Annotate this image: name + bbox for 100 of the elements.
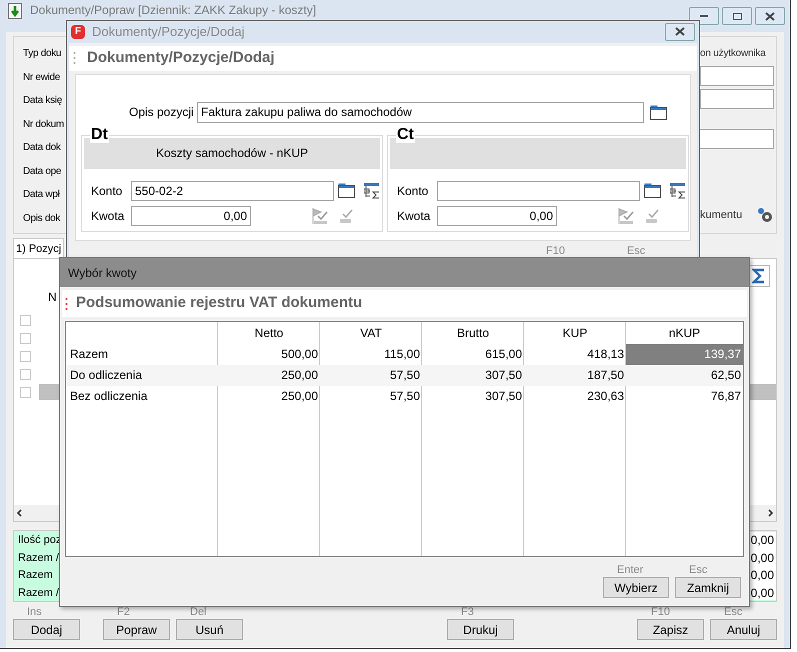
summary-label: Razem /	[18, 586, 60, 600]
shortcut-label: Del	[189, 606, 207, 619]
drag-handle-icon	[65, 296, 68, 310]
summary-value: 0,00	[750, 567, 774, 584]
account-name: Koszty samochodów - nKUP	[156, 145, 308, 162]
check-icon[interactable]	[644, 208, 660, 224]
column-header: N	[48, 289, 57, 306]
table-cell[interactable]: 187,50	[524, 365, 626, 386]
shortcut-label: Ins	[26, 606, 42, 619]
summary-label: Razem	[18, 568, 54, 583]
column-header: Netto	[254, 325, 284, 342]
input-field[interactable]	[437, 180, 640, 200]
table-cell[interactable]: 418,13	[524, 344, 626, 365]
close-icon	[765, 12, 775, 20]
checkbox[interactable]	[20, 314, 31, 326]
table-cell[interactable]: 139,37	[626, 344, 743, 365]
field-label: Opis dok	[23, 212, 62, 226]
input-field[interactable]: 0,00	[437, 206, 557, 226]
shortcut-label: F2	[116, 606, 130, 619]
checkbox[interactable]	[20, 350, 31, 362]
folder-icon[interactable]	[644, 183, 661, 198]
scroll-left-icon[interactable]	[16, 509, 22, 517]
table-cell[interactable]: 57,50	[320, 386, 422, 407]
table-cell[interactable]: 307,50	[422, 365, 524, 386]
field-label: kumentu	[700, 208, 742, 224]
scroll-right-icon[interactable]	[768, 509, 774, 517]
maximize-button[interactable]	[722, 7, 752, 25]
shortcut-label: F10	[546, 244, 565, 258]
group-heading: Dt	[90, 126, 109, 142]
column-header: Brutto	[456, 325, 490, 342]
action-button[interactable]: Wybierz	[603, 577, 669, 598]
folder-icon[interactable]	[338, 183, 355, 198]
field-label: Typ doku	[23, 47, 62, 61]
dialog-title: Dokumenty/Pozycje/Dodaj	[92, 23, 244, 41]
table-cell[interactable]: 76,87	[626, 386, 743, 407]
row-label: Razem	[69, 346, 110, 363]
table-cell[interactable]: 250,00	[218, 386, 320, 407]
shortcut-label: F3	[460, 606, 474, 619]
input-field[interactable]	[700, 66, 774, 86]
field-label: Nr dokum	[23, 118, 64, 132]
table-cell[interactable]: 230,63	[524, 386, 626, 407]
tab[interactable]: 1) Pozycj	[13, 238, 64, 258]
summary-label: Razem /	[18, 550, 60, 566]
tree-sum-icon[interactable]	[670, 182, 686, 198]
shortcut-label: F10	[650, 606, 670, 619]
dialog-header: Dokumenty/Pozycje/Dodaj	[87, 48, 275, 68]
summary-value: 0,00	[750, 584, 774, 602]
close-button[interactable]	[755, 7, 785, 25]
table-cell[interactable]: 615,00	[422, 344, 524, 365]
gears-icon[interactable]	[757, 207, 774, 224]
field-label: Data księ	[23, 94, 63, 108]
action-button[interactable]: Drukuj	[447, 619, 514, 640]
dialog-header: Podsumowanie rejestru VAT dokumentu	[76, 293, 362, 314]
table-cell[interactable]: 250,00	[218, 365, 320, 386]
minimize-button[interactable]	[689, 7, 719, 25]
check-icon[interactable]	[338, 208, 354, 224]
field-label: Opis pozycji	[129, 104, 195, 121]
flag-check-icon[interactable]	[311, 206, 329, 224]
action-button[interactable]: Usuń	[176, 619, 243, 640]
input-field[interactable]: Faktura zakupu paliwa do samochodów	[197, 102, 644, 122]
folder-icon[interactable]	[650, 104, 667, 120]
input-field[interactable]	[700, 89, 774, 109]
field-label: Nr ewide	[23, 70, 62, 84]
group-heading: Ct	[396, 126, 415, 142]
tree-sum-icon[interactable]	[364, 182, 380, 198]
table-cell[interactable]: 307,50	[422, 386, 524, 407]
table-cell[interactable]: 500,00	[218, 344, 320, 365]
checkbox[interactable]	[20, 386, 31, 398]
app-logo: F	[71, 24, 85, 39]
action-button[interactable]: Zamknij	[675, 577, 741, 598]
summary-value: 0,00	[750, 550, 774, 566]
input-field[interactable]: 0,00	[131, 206, 251, 226]
table-cell[interactable]: 57,50	[320, 365, 422, 386]
action-button[interactable]: Anuluj	[710, 619, 777, 640]
action-button[interactable]: Popraw	[103, 619, 170, 640]
shortcut-label: Enter	[616, 564, 644, 577]
table-cell[interactable]: 115,00	[320, 344, 422, 365]
app-icon	[8, 3, 22, 19]
flag-check-icon[interactable]	[617, 206, 635, 224]
column-header: nKUP	[668, 325, 702, 342]
action-button[interactable]: Zapisz	[637, 619, 704, 640]
close-button[interactable]	[665, 22, 695, 41]
column-header: VAT	[359, 325, 383, 342]
sigma-icon[interactable]	[752, 268, 766, 284]
checkbox[interactable]	[20, 368, 31, 380]
field-label: Konto	[397, 182, 430, 200]
row-label: Bez odliczenia	[69, 388, 148, 405]
table-cell[interactable]: 62,50	[626, 365, 743, 386]
field-label: Data ope	[23, 164, 62, 178]
checkbox[interactable]	[20, 332, 31, 344]
input-field[interactable]	[697, 129, 774, 149]
summary-value: 0,00	[750, 532, 774, 549]
field-label: Data dok	[23, 141, 62, 155]
action-button[interactable]: Dodaj	[13, 619, 80, 640]
window-title: Dokumenty/Popraw [Dziennik: ZAKK Zakupy - koszty]	[30, 3, 316, 17]
field-label: Konto	[91, 182, 124, 200]
shortcut-label: Esc	[626, 244, 646, 258]
input-field[interactable]: 550-02-2	[131, 180, 334, 200]
field-label: Kwota	[397, 208, 432, 224]
drag-handle-icon	[73, 51, 76, 65]
